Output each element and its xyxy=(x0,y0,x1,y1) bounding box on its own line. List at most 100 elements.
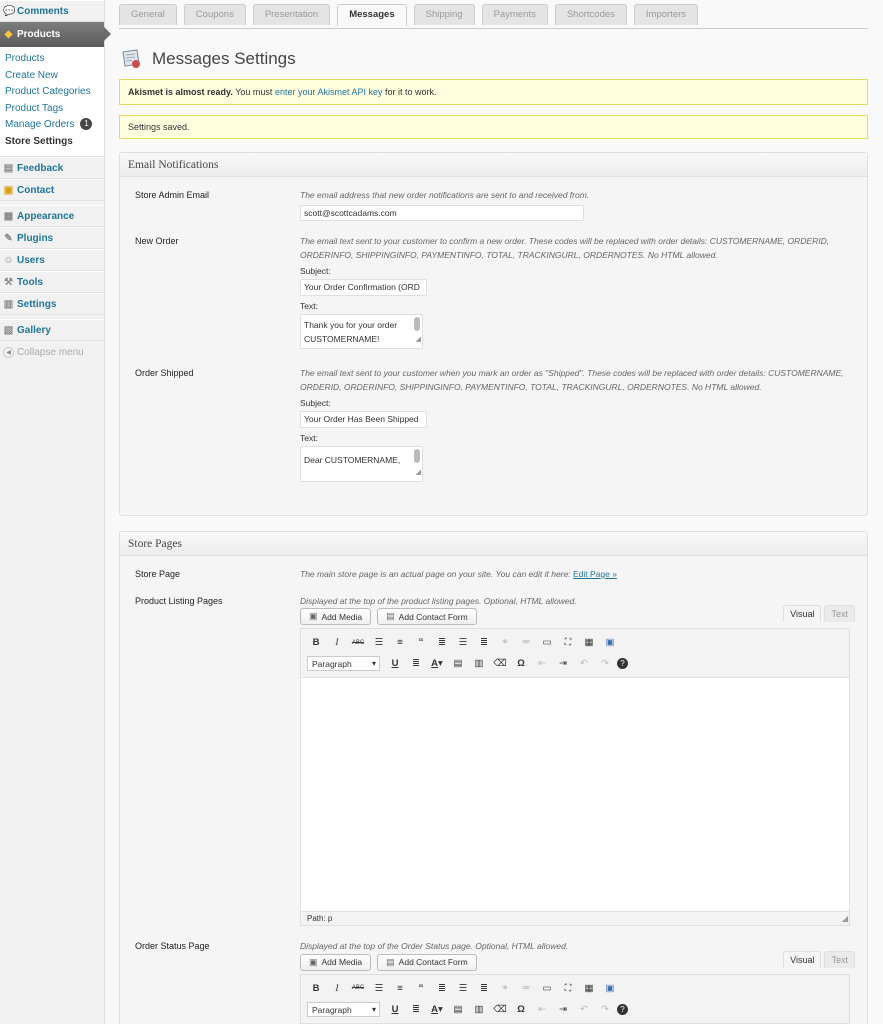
paste-text-icon[interactable]: ▤ xyxy=(449,1004,467,1015)
redo-icon[interactable]: ↷ xyxy=(596,658,614,669)
resize-handle-icon[interactable]: ◢ xyxy=(416,466,421,480)
outdent-icon[interactable]: ⇤ xyxy=(533,1004,551,1015)
tab-general[interactable]: General xyxy=(119,4,177,25)
unlink-icon[interactable]: ⚮ xyxy=(517,983,535,994)
editor-content-area[interactable] xyxy=(301,678,849,911)
submenu-create-new[interactable]: Create New xyxy=(0,68,104,85)
numbered-list-icon[interactable]: ≡ xyxy=(391,983,409,994)
blockquote-icon[interactable]: “ xyxy=(412,981,430,996)
kitchen-sink-icon[interactable]: ▦ xyxy=(580,983,598,994)
align-right-icon[interactable]: ≣ xyxy=(475,983,493,994)
submenu-product-tags[interactable]: Product Tags xyxy=(0,101,104,118)
tab-presentation[interactable]: Presentation xyxy=(252,4,331,25)
bold-icon[interactable]: B xyxy=(307,983,325,994)
justify-icon[interactable]: ≣ xyxy=(407,1004,425,1015)
menu-comments[interactable]: 💬 Comments xyxy=(0,0,104,22)
text-color-icon[interactable]: A▾ xyxy=(428,1004,446,1015)
link-icon[interactable]: ⚭ xyxy=(496,637,514,648)
menu-plugins[interactable]: ✎ Plugins xyxy=(0,227,104,249)
menu-contact[interactable]: ▣ Contact xyxy=(0,179,104,201)
add-contact-form-button[interactable]: ▤ Add Contact Form xyxy=(377,608,477,625)
menu-appearance[interactable]: ▦ Appearance xyxy=(0,205,104,227)
new-order-text-textarea[interactable]: Thank you for your order CUSTOMERNAME! ◢ xyxy=(300,313,423,349)
align-left-icon[interactable]: ≣ xyxy=(433,637,451,648)
underline-icon[interactable]: U xyxy=(386,1004,404,1015)
indent-icon[interactable]: ⇥ xyxy=(554,658,572,669)
more-tag-icon[interactable]: ▭ xyxy=(538,637,556,648)
help-icon[interactable]: ? xyxy=(617,1003,628,1015)
paste-word-icon[interactable]: ▥ xyxy=(470,1004,488,1015)
text-color-icon[interactable]: A▾ xyxy=(428,658,446,669)
submenu-manage-orders[interactable]: Manage Orders 1 xyxy=(0,117,104,134)
bullet-list-icon[interactable]: ☰ xyxy=(370,983,388,994)
outdent-icon[interactable]: ⇤ xyxy=(533,658,551,669)
underline-icon[interactable]: U xyxy=(386,658,404,669)
clear-formatting-icon[interactable]: ⌫ xyxy=(491,658,509,669)
paragraph-format-select[interactable]: Paragraph xyxy=(307,656,380,671)
gallery-insert-icon[interactable]: ▣ xyxy=(601,637,619,648)
tab-messages[interactable]: Messages xyxy=(337,4,407,26)
new-order-subject-input[interactable]: Your Order Confirmation (ORD xyxy=(300,278,427,296)
menu-feedback[interactable]: ▤ Feedback xyxy=(0,157,104,179)
special-character-icon[interactable]: Ω xyxy=(512,658,530,669)
tab-coupons[interactable]: Coupons xyxy=(183,4,246,25)
kitchen-sink-icon[interactable]: ▦ xyxy=(580,637,598,648)
order-shipped-text-textarea[interactable]: Dear CUSTOMERNAME, ◢ xyxy=(300,445,423,482)
strikethrough-icon[interactable]: ABC xyxy=(349,640,367,646)
clear-formatting-icon[interactable]: ⌫ xyxy=(491,1004,509,1015)
blockquote-icon[interactable]: “ xyxy=(412,635,430,650)
submenu-product-categories[interactable]: Product Categories xyxy=(0,84,104,101)
akismet-api-key-link[interactable]: enter your Akismet API key xyxy=(275,87,383,97)
textarea-scrollbar[interactable] xyxy=(414,448,420,463)
tab-shortcodes[interactable]: Shortcodes xyxy=(554,4,627,25)
indent-icon[interactable]: ⇥ xyxy=(554,1004,572,1015)
paragraph-format-select[interactable]: Paragraph xyxy=(307,1001,380,1017)
add-media-button[interactable]: ▣ Add Media xyxy=(300,953,372,971)
add-media-button[interactable]: ▣ Add Media xyxy=(300,608,372,625)
undo-icon[interactable]: ↶ xyxy=(575,1004,593,1015)
special-character-icon[interactable]: Ω xyxy=(512,1004,530,1015)
bullet-list-icon[interactable]: ☰ xyxy=(370,637,388,648)
align-center-icon[interactable]: ☰ xyxy=(454,637,472,648)
store-admin-email-input[interactable]: scott@scottcadams.com xyxy=(300,204,584,221)
menu-tools[interactable]: ⚒ Tools xyxy=(0,271,104,293)
submenu-store-settings[interactable]: Store Settings xyxy=(0,134,104,151)
gallery-insert-icon[interactable]: ▣ xyxy=(601,983,619,994)
align-left-icon[interactable]: ≣ xyxy=(433,983,451,994)
italic-icon[interactable]: I xyxy=(328,637,346,648)
collapse-menu-button[interactable]: ◀ Collapse menu xyxy=(0,341,104,363)
fullscreen-icon[interactable]: ⛶ xyxy=(559,983,577,994)
help-icon[interactable]: ? xyxy=(617,658,628,669)
visual-tab[interactable]: Visual xyxy=(783,605,822,622)
bold-icon[interactable]: B xyxy=(307,637,325,648)
resize-handle-icon[interactable]: ◢ xyxy=(416,333,421,347)
link-icon[interactable]: ⚭ xyxy=(496,983,514,994)
tab-shipping[interactable]: Shipping xyxy=(413,4,475,25)
unlink-icon[interactable]: ⚮ xyxy=(517,637,535,648)
menu-users[interactable]: ☺ Users xyxy=(0,249,104,271)
strikethrough-icon[interactable]: ABC xyxy=(349,985,367,991)
add-contact-form-button[interactable]: ▤ Add Contact Form xyxy=(377,953,477,971)
menu-gallery[interactable]: ▧ Gallery xyxy=(0,319,104,341)
redo-icon[interactable]: ↷ xyxy=(596,1004,614,1015)
tab-importers[interactable]: Importers xyxy=(633,4,699,25)
edit-page-link[interactable]: Edit Page » xyxy=(573,569,617,579)
undo-icon[interactable]: ↶ xyxy=(575,658,593,669)
menu-products[interactable]: ◆ Products xyxy=(0,22,111,47)
numbered-list-icon[interactable]: ≡ xyxy=(391,637,409,648)
fullscreen-icon[interactable]: ⛶ xyxy=(559,637,577,648)
visual-tab[interactable]: Visual xyxy=(783,950,822,968)
more-tag-icon[interactable]: ▭ xyxy=(538,983,556,994)
order-shipped-subject-input[interactable]: Your Order Has Been Shipped xyxy=(300,410,427,428)
submenu-products[interactable]: Products xyxy=(0,51,104,68)
align-center-icon[interactable]: ☰ xyxy=(454,983,472,994)
align-right-icon[interactable]: ≣ xyxy=(475,637,493,648)
justify-icon[interactable]: ≣ xyxy=(407,658,425,669)
text-tab[interactable]: Text xyxy=(824,950,855,968)
textarea-scrollbar[interactable] xyxy=(414,316,420,331)
text-tab[interactable]: Text xyxy=(824,605,855,622)
italic-icon[interactable]: I xyxy=(328,983,346,994)
paste-text-icon[interactable]: ▤ xyxy=(449,658,467,669)
menu-settings[interactable]: ▥ Settings xyxy=(0,293,104,315)
tab-payments[interactable]: Payments xyxy=(481,4,548,25)
